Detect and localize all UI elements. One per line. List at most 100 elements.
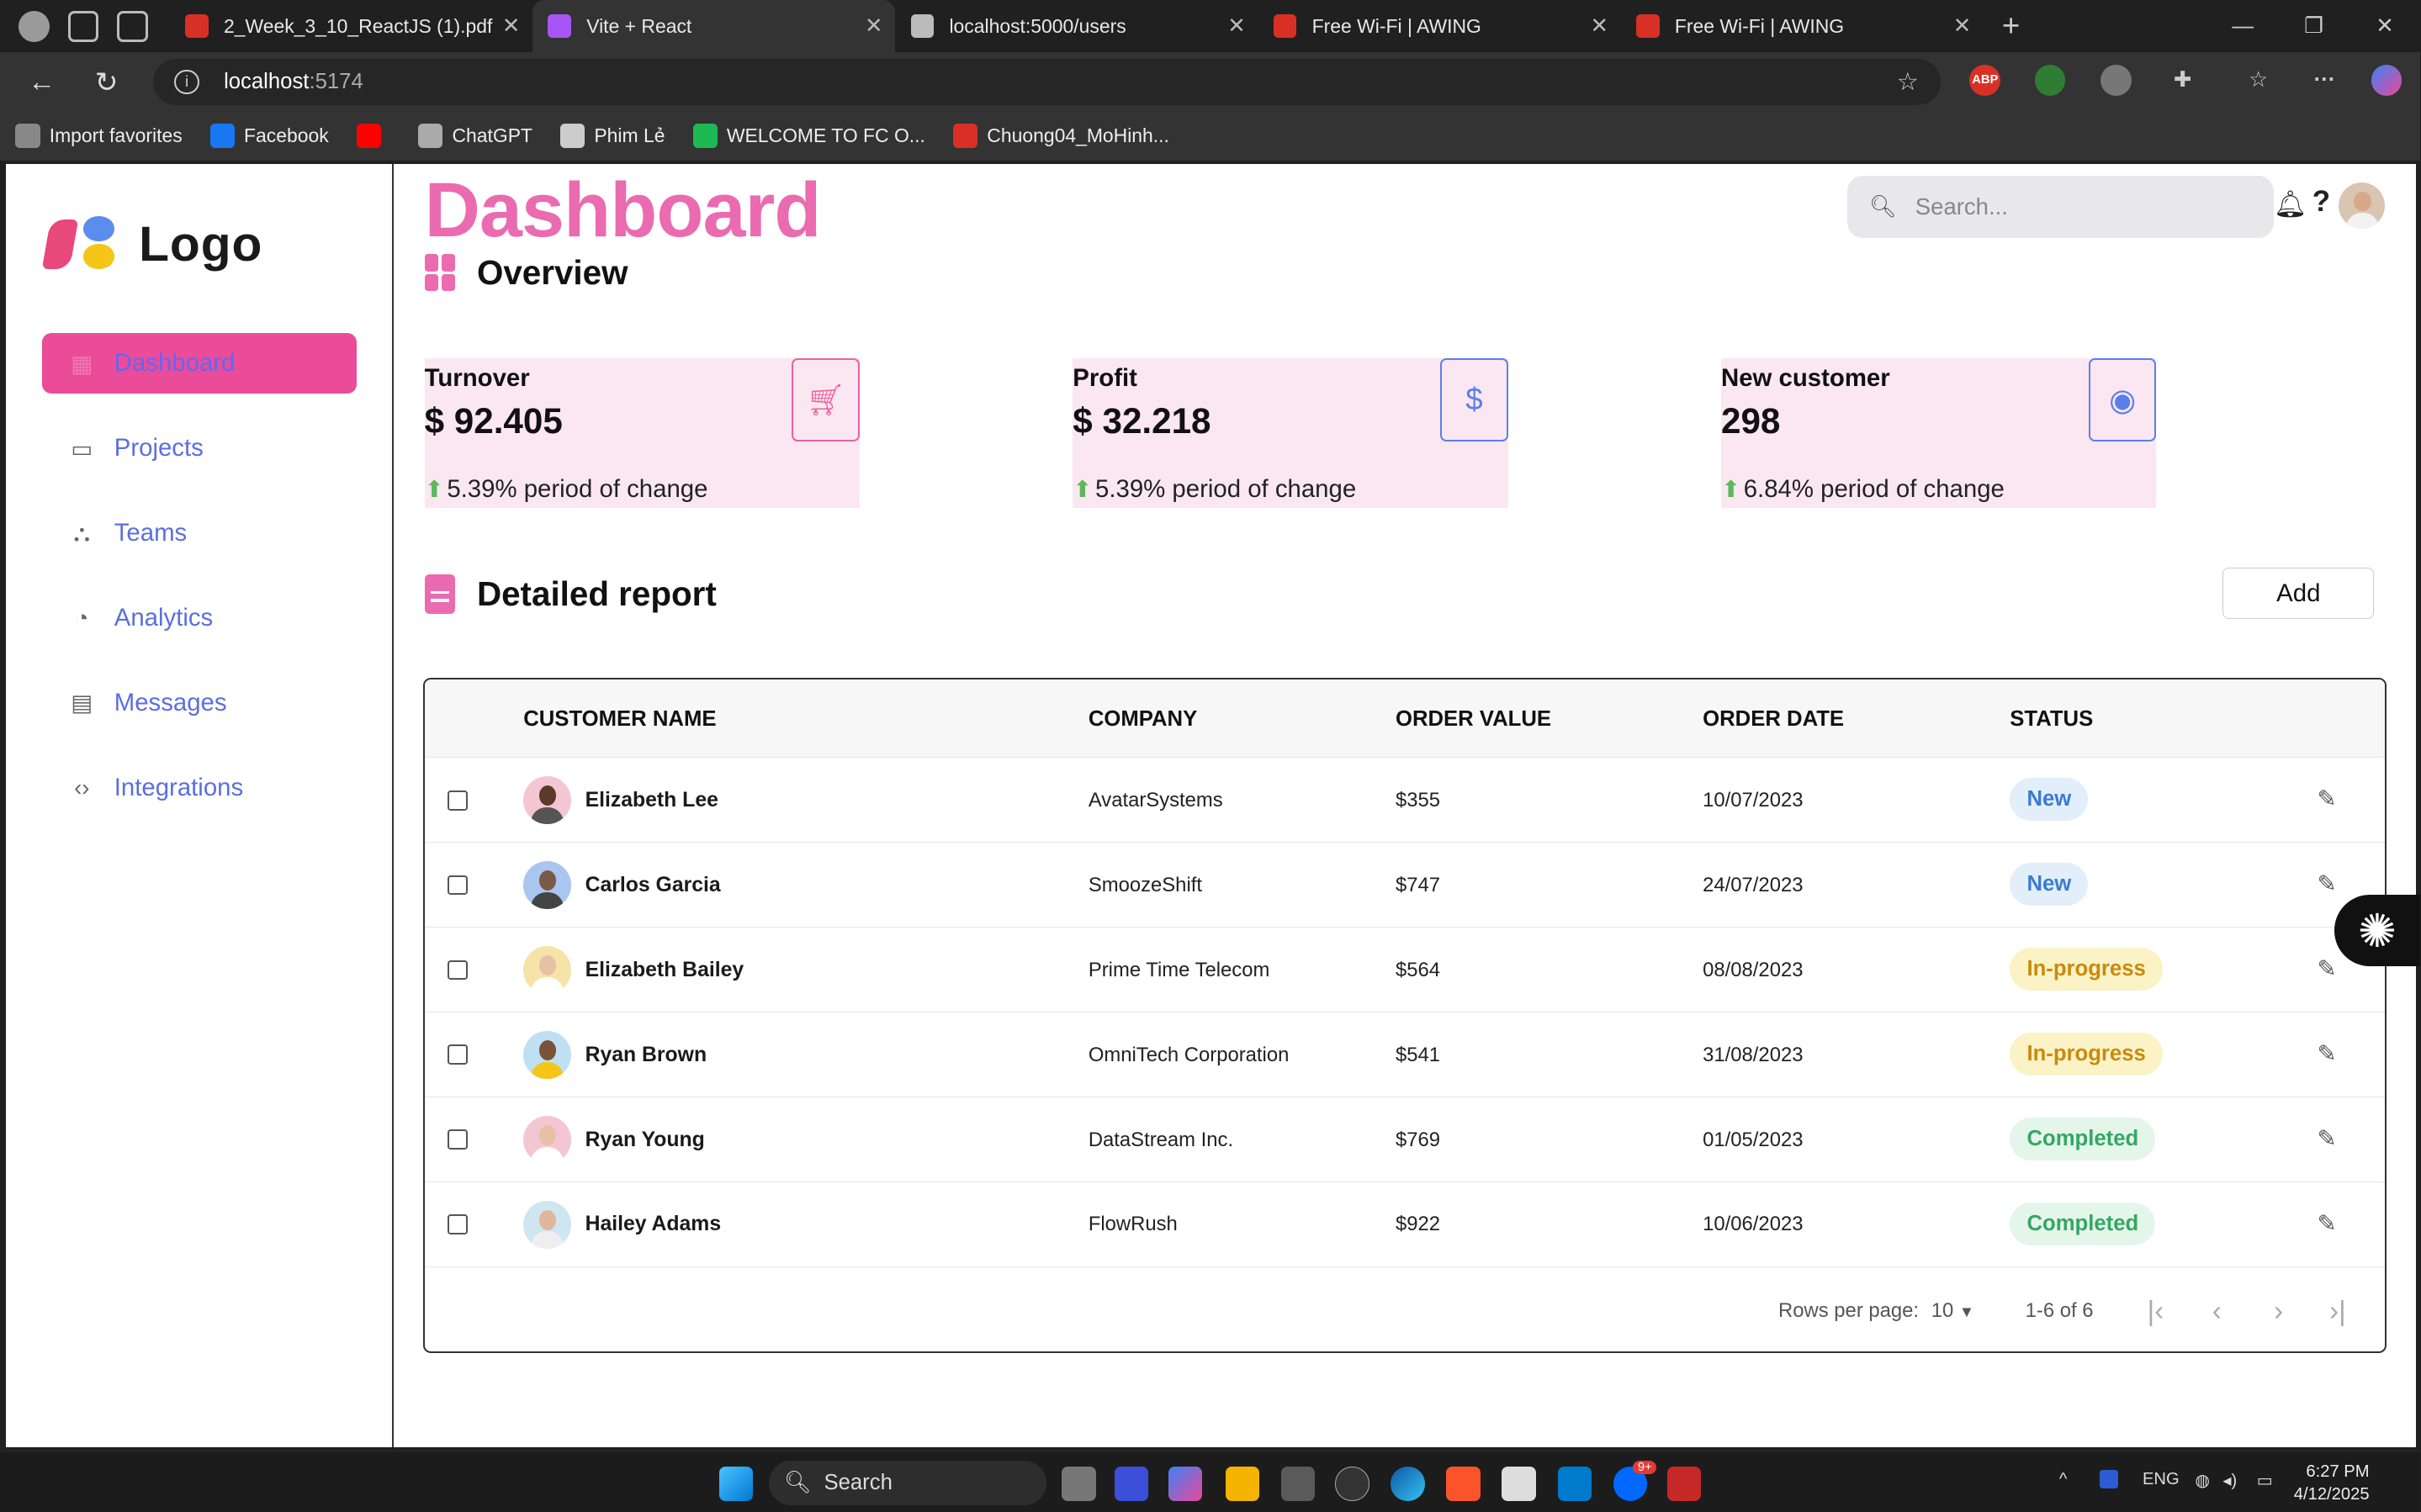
bookmark-item[interactable]: Import favorites [15,123,183,149]
new-tab-icon[interactable]: + [2002,8,2020,44]
extensions-puzzle-icon[interactable]: ✚ [2167,65,2198,96]
last-page-icon[interactable]: ›| [2329,1295,2346,1327]
edit-pencil-icon[interactable]: ✎ [2317,870,2336,897]
tab-actions-icon[interactable] [117,10,149,42]
edit-pencil-icon[interactable]: ✎ [2317,955,2336,982]
store-icon[interactable] [1281,1467,1316,1501]
file-explorer-icon[interactable] [1225,1467,1260,1501]
back-icon[interactable]: ← [19,66,65,98]
avatar[interactable] [2339,182,2386,229]
adblock-extension-icon[interactable]: ABP [1969,65,2001,96]
close-tab-icon[interactable]: ✕ [1590,13,1608,39]
search-input[interactable]: 🔍︎ Search... [1847,176,2274,238]
row-checkbox[interactable] [448,1044,469,1065]
previous-page-icon[interactable]: ‹ [2212,1295,2222,1327]
favorites-icon[interactable]: ☆ [2243,65,2274,96]
minimize-icon[interactable]: — [2207,14,2278,39]
task-view-icon[interactable] [1062,1467,1096,1501]
sidebar-item-analytics[interactable]: ◔ Analytics [42,588,357,648]
url-field[interactable]: i localhost:5174 ☆ [152,58,1941,105]
row-checkbox[interactable] [448,960,469,981]
edit-pencil-icon[interactable]: ✎ [2317,785,2336,812]
chatgpt-floating-icon[interactable]: ✺ [2334,895,2421,966]
profile-icon[interactable] [19,10,50,42]
add-button[interactable]: Add [2222,568,2375,619]
bookmark-item[interactable]: Facebook [209,123,329,149]
tray-app-icon[interactable] [2099,1469,2118,1488]
bookmark-item[interactable]: Chuong04_MoHinh... [952,123,1169,149]
close-tab-icon[interactable]: ✕ [1953,13,1972,39]
network-icon[interactable]: ◍ [2195,1470,2210,1491]
edit-pencil-icon[interactable]: ✎ [2317,1125,2336,1152]
brave-icon[interactable] [1446,1467,1481,1501]
restore-icon[interactable]: ❐ [2278,13,2349,39]
column-header-order-value[interactable]: ORDER VALUE [1396,707,1551,732]
copilot-icon[interactable] [2371,65,2402,96]
browser-tab[interactable]: Vite + React ✕ [532,0,896,53]
tab-title: Vite + React [586,14,692,37]
table-row[interactable]: Ryan Young DataStream Inc. $769 01/05/2023 C… [424,1097,2385,1182]
row-checkbox[interactable] [448,875,469,896]
clock[interactable]: 6:27 PM 4/12/2025 [2294,1461,2370,1507]
sidebar-item-dashboard[interactable]: ▦ Dashboard [41,333,357,394]
browser-tab[interactable]: localhost:5000/users ✕ [895,0,1258,52]
bell-icon[interactable]: 🔔︎ [2274,188,2307,219]
table-row[interactable]: Elizabeth Bailey Prime Time Telecom $564 08… [424,928,2385,1012]
sidebar-item-integrations[interactable]: ‹› Integrations [42,758,357,818]
row-checkbox[interactable] [448,1214,469,1235]
language-indicator[interactable]: ENG [2143,1470,2180,1489]
volume-icon[interactable]: ◂) [2222,1470,2237,1491]
table-row[interactable]: Hailey Adams FlowRush $922 10/06/2023 Comple… [424,1182,2385,1267]
vscode-icon[interactable] [1557,1467,1592,1501]
table-row[interactable]: Carlos Garcia SmoozeShift $747 24/07/2023 Ne… [424,843,2385,928]
row-checkbox[interactable] [448,790,469,811]
sidebar-item-teams[interactable]: ⛬ Teams [42,503,357,563]
avatar [523,1115,572,1164]
close-tab-icon[interactable]: ✕ [502,13,521,39]
favorite-star-icon[interactable]: ☆ [1897,67,1919,97]
bookmark-item[interactable]: ChatGPT [418,123,532,149]
edit-pencil-icon[interactable]: ✎ [2317,1040,2336,1067]
column-header-company[interactable]: COMPANY [1089,707,1197,732]
edit-pencil-icon[interactable]: ✎ [2317,1210,2336,1237]
browser-tab[interactable]: Free Wi-Fi | AWING ✕ [1621,0,1984,52]
edge-icon[interactable] [1391,1467,1425,1501]
stat-card-change-text: 5.39% period of change [447,475,708,504]
logo[interactable]: Logo [41,216,262,272]
sidebar-item-projects[interactable]: ▭ Projects [42,418,357,478]
close-tab-icon[interactable]: ✕ [865,13,883,39]
close-window-icon[interactable]: ✕ [2349,13,2420,39]
table-row[interactable]: Ryan Brown OmniTech Corporation $541 31/08/… [424,1012,2385,1097]
column-header-status[interactable]: STATUS [2010,707,2093,732]
battery-icon[interactable]: ▭ [2257,1470,2273,1491]
column-header-customer[interactable]: CUSTOMER NAME [523,707,716,732]
next-page-icon[interactable]: › [2274,1295,2283,1327]
bookmark-item[interactable]: WELCOME TO FC O... [692,123,925,149]
help-icon[interactable]: ? [2312,185,2330,219]
windows-start-icon[interactable] [719,1467,754,1501]
tray-chevron-icon[interactable]: ^ [2059,1470,2067,1489]
close-tab-icon[interactable]: ✕ [1227,13,1246,39]
app-icon[interactable] [1502,1467,1536,1501]
bookmark-item[interactable] [356,123,390,149]
app-icon[interactable] [1335,1467,1369,1501]
site-info-icon[interactable]: i [174,69,199,94]
rows-per-page-select[interactable]: 10 ▼ [1931,1299,1974,1323]
column-header-order-date[interactable]: ORDER DATE [1703,707,1844,732]
app-icon[interactable] [1114,1467,1149,1501]
first-page-icon[interactable]: |‹ [2148,1295,2164,1327]
workspaces-icon[interactable] [67,10,99,42]
bookmark-item[interactable]: Phim Lẻ [560,123,665,149]
table-row[interactable]: Elizabeth Lee AvatarSystems $355 10/07/2023… [424,758,2385,843]
browser-tab[interactable]: 2_Week_3_10_ReactJS (1).pdf ✕ [170,0,532,52]
sidebar-item-messages[interactable]: ▤ Messages [42,673,357,733]
copilot-icon[interactable] [1168,1467,1203,1501]
row-checkbox[interactable] [448,1129,469,1150]
taskbar-search[interactable]: 🔍︎ Search [768,1460,1047,1506]
app-icon[interactable] [1666,1467,1702,1501]
more-menu-icon[interactable]: ··· [2309,65,2340,96]
extension-icon[interactable] [2100,65,2132,96]
refresh-icon[interactable]: ↻ [83,66,130,98]
browser-tab[interactable]: Free Wi-Fi | AWING ✕ [1258,0,1620,52]
extension-icon[interactable] [2034,65,2066,96]
